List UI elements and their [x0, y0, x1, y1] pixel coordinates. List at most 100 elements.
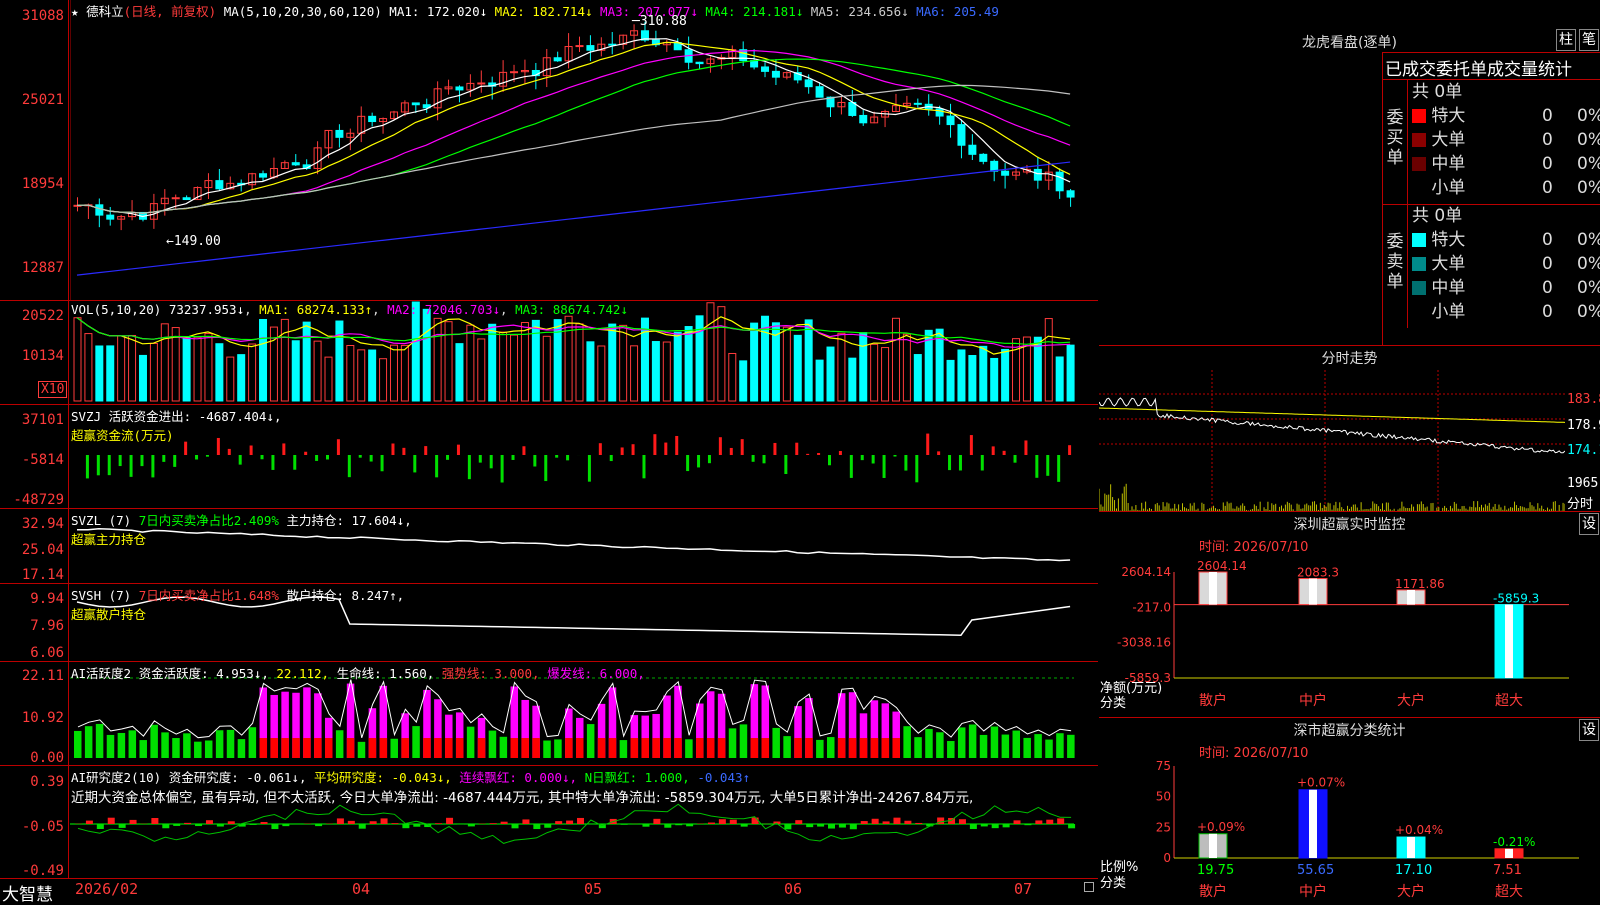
- y-tick: 25: [1156, 820, 1171, 834]
- activity-base: [652, 738, 660, 758]
- flow-bar: [250, 446, 253, 455]
- activity-bar: [129, 730, 137, 758]
- star-icon[interactable]: ★: [71, 4, 79, 19]
- volume-bar: [369, 350, 376, 401]
- volume-bar: [194, 337, 201, 401]
- activity-base: [281, 738, 289, 758]
- volume-bar: [390, 345, 397, 401]
- research-bar: [348, 821, 355, 824]
- flow-bar: [544, 455, 547, 481]
- intraday-panel[interactable]: 分时走势 183.8 178.9 174.1 1965 分时: [1099, 346, 1600, 512]
- flow-bar: [490, 455, 493, 468]
- dragon-tiger-panel: 龙虎看盘(逐单) 柱 笔 已成交委托单成交量统计 委买单 共 0单 特大00% …: [1099, 0, 1600, 346]
- flow-bar: [970, 435, 973, 455]
- volume-bar: [1013, 339, 1020, 401]
- svsh-panel[interactable]: 9.94 7.96 6.06 SVSH (7) 7日内买卖净占比1.648% 散…: [0, 584, 1098, 662]
- net-flow-bar-chart[interactable]: 2604.14-217.0-3038.16-5859.32604.14散户208…: [1099, 552, 1600, 717]
- tick-view-button[interactable]: 笔: [1579, 29, 1599, 51]
- flow-bar: [512, 455, 515, 460]
- volume-bar: [991, 358, 998, 401]
- activity-bar: [903, 726, 911, 758]
- flow-bar: [752, 455, 755, 462]
- vol-ma3: MA3: 88674.742↓: [515, 302, 628, 317]
- price-panel[interactable]: 31088 25021 18954 12887 ★ 德科立(日线, 前复权) M…: [0, 0, 1098, 301]
- intraday-chart[interactable]: [1099, 370, 1565, 511]
- volume-bar: [718, 307, 725, 401]
- vol-ma2: MA2: 72046.703↓: [387, 302, 500, 317]
- volume-bar: [598, 346, 605, 401]
- x-tick: 04: [352, 880, 370, 898]
- classify-settings-button[interactable]: 设: [1579, 719, 1599, 741]
- flow-bar: [915, 455, 918, 482]
- research-bar: [708, 823, 715, 824]
- research-bar: [653, 819, 660, 824]
- axis-title: 比例%: [1100, 860, 1138, 875]
- y-tick: 12887: [22, 260, 64, 276]
- intraday-price-high: 183.8: [1567, 392, 1600, 407]
- activity-bar: [729, 728, 737, 758]
- activity-base: [434, 738, 442, 758]
- monitor-settings-button[interactable]: 设: [1579, 513, 1599, 535]
- activity-bar: [554, 739, 562, 758]
- scroll-lock-icon[interactable]: [1084, 882, 1094, 892]
- bar-view-button[interactable]: 柱: [1556, 29, 1576, 51]
- research-bar: [173, 824, 180, 826]
- flow-bar: [566, 455, 569, 460]
- volume-panel[interactable]: 20522 10134 X10 VOL(5,10,20) 73237.953↓,…: [0, 301, 1098, 405]
- research-bar: [108, 818, 115, 824]
- activity-base: [892, 738, 900, 758]
- flow-bar: [861, 455, 864, 460]
- volume-bar: [969, 356, 976, 401]
- y-tick: 2604.14: [1121, 565, 1171, 579]
- ai-research-name: AI研究度2(10): [71, 770, 161, 785]
- flow-bar: [828, 455, 831, 465]
- volume-bar: [325, 357, 332, 401]
- vol-value: 73237.953↓: [169, 302, 244, 317]
- change-label: +0.07%: [1297, 776, 1345, 790]
- flow-bar: [610, 455, 613, 461]
- volume-bar: [805, 320, 812, 401]
- research-bar: [381, 818, 388, 824]
- activity-bar: [783, 736, 791, 758]
- activity-bar: [1023, 738, 1031, 758]
- research-bar: [184, 823, 191, 824]
- volume-unit: X10: [38, 381, 67, 398]
- candlestick-chart[interactable]: [70, 0, 1098, 300]
- candle: [172, 198, 179, 199]
- volume-bar: [150, 343, 157, 401]
- candle: [216, 181, 223, 189]
- research-bar: [752, 818, 759, 824]
- ai-research-panel[interactable]: 0.39 -0.05 -0.49 AI研究度2(10) 资金研究度: -0.06…: [0, 766, 1098, 878]
- research-bar: [119, 824, 126, 828]
- activity-bar: [991, 727, 999, 758]
- ai-activity-panel[interactable]: 22.11 10.92 0.00 AI活跃度2 资金活跃度: 4.953↓, 2…: [0, 662, 1098, 766]
- category-label: 散户: [1199, 883, 1227, 900]
- y-tick: 22.11: [22, 668, 64, 684]
- flow-bar: [457, 445, 460, 455]
- legend-swatch: [1412, 157, 1426, 171]
- period-label[interactable]: (日线, 前复权): [124, 4, 217, 19]
- y-tick: 0.39: [30, 774, 64, 790]
- volume-bar: [816, 360, 823, 401]
- research-bar: [577, 818, 584, 824]
- flow-bar: [730, 448, 733, 455]
- research-bar: [250, 824, 257, 825]
- volume-bar: [467, 325, 474, 401]
- y-tick: 18954: [22, 176, 64, 192]
- research-bar: [904, 821, 911, 824]
- activity-base: [598, 738, 606, 758]
- svzl-panel[interactable]: 32.94 25.04 17.14 SVZL (7) 7日内买卖净占比2.409…: [0, 509, 1098, 584]
- flow-bar: [697, 455, 700, 467]
- svzl-name: SVZL (7): [71, 513, 131, 528]
- research-bar: [435, 823, 442, 824]
- activity-bar: [205, 741, 213, 758]
- volume-bar: [587, 342, 594, 401]
- price-y-axis: 31088 25021 18954 12887: [0, 0, 69, 300]
- research-bar: [675, 824, 682, 825]
- volume-bar: [860, 333, 867, 401]
- y-tick: -0.05: [22, 819, 64, 835]
- svzj-panel[interactable]: 37101 -5814 -48729 SVZJ 活跃资金进出: -4687.40…: [0, 405, 1098, 509]
- ratio-bar-chart[interactable]: 7550250+0.09%19.75散户+0.07%55.65中户+0.04%1…: [1099, 758, 1600, 900]
- y-tick: 25.04: [22, 542, 64, 558]
- research-bar: [413, 824, 420, 827]
